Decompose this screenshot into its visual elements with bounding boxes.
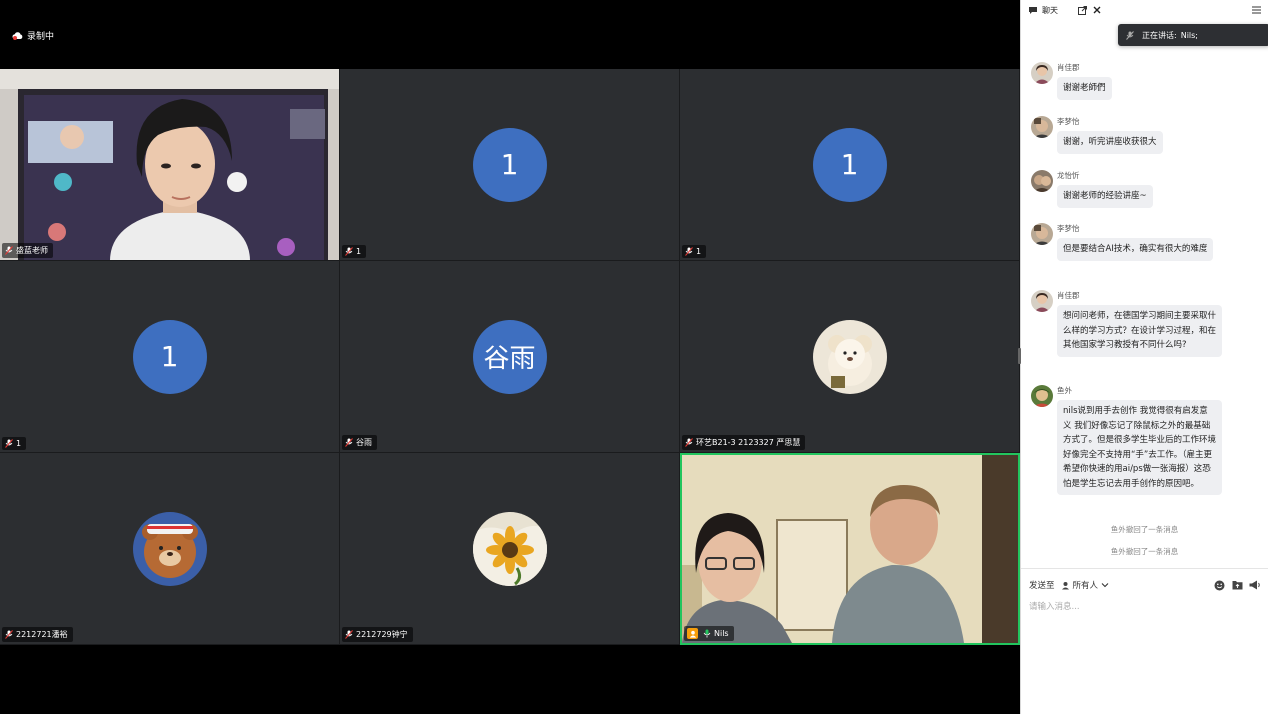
message-bubble: 但是要结合AI技术，确实有很大的难度 — [1057, 238, 1214, 261]
sender-avatar — [1031, 385, 1053, 407]
video-tile-4[interactable]: 1 1 — [0, 261, 340, 453]
announce-icon[interactable] — [1249, 579, 1261, 591]
chat-panel: 聊天 肖佳郡 谢谢老師們 李梦怡 谢谢，听完讲座收获很大 龙怡忻 谢谢老师的经验… — [1018, 0, 1268, 714]
chat-message-list[interactable]: 肖佳郡 谢谢老師們 李梦怡 谢谢，听完讲座收获很大 龙怡忻 谢谢老师的经验讲座~ — [1021, 20, 1268, 568]
video-area: 录制中 盛蓝老师 1 1 1 1 1 1 谷雨 谷雨 环艺B21-3 21233… — [0, 0, 1020, 714]
divider — [1021, 568, 1268, 569]
participant-avatar: 谷雨 — [472, 319, 547, 394]
video-grid: 盛蓝老师 1 1 1 1 1 1 谷雨 谷雨 环艺B21-3 2123327 严… — [0, 69, 1020, 645]
sender-avatar — [1031, 170, 1053, 192]
chat-message: 鱼外 nils说到用手去创作 我觉得很有启发意义 我们好像忘记了除鼠标之外的最基… — [1031, 385, 1222, 495]
chat-message: 李梦怡 但是要结合AI技术，确实有很大的难度 — [1031, 223, 1214, 261]
mic-muted-icon — [5, 439, 13, 448]
recording-label: 录制中 — [27, 32, 55, 42]
recording-indicator[interactable]: 录制中 — [12, 29, 54, 42]
video-tile-8[interactable]: 2212729钟宁 — [340, 453, 680, 645]
speaking-label: 正在讲话: — [1142, 30, 1177, 40]
participant-avatar — [472, 511, 547, 586]
participant-avatar: 1 — [812, 127, 887, 202]
message-bubble: 谢谢老師們 — [1057, 77, 1112, 100]
mic-active-icon — [703, 629, 711, 638]
chat-message: 李梦怡 谢谢，听完讲座收获很大 — [1031, 116, 1163, 154]
participant-name-tag: Nils — [684, 626, 734, 641]
sender-name: 龙怡忻 — [1057, 171, 1080, 180]
participant-avatar — [812, 319, 887, 394]
cloud-record-icon — [12, 31, 23, 40]
participant-avatar: 1 — [472, 127, 547, 202]
participant-video — [0, 69, 339, 260]
participant-name-tag: 环艺B21-3 2123327 严思慧 — [682, 435, 806, 450]
mic-muted-icon — [685, 438, 693, 447]
speaking-indicator: 正在讲话: Nils; — [1118, 24, 1268, 46]
video-tile-6[interactable]: 环艺B21-3 2123327 严思慧 — [680, 261, 1020, 453]
host-icon — [687, 628, 698, 639]
participant-video — [682, 455, 1018, 643]
message-bubble: nils说到用手去创作 我觉得很有启发意义 我们好像忘记了除鼠标之外的最基础方式… — [1057, 400, 1222, 495]
participant-name-tag: 1 — [2, 437, 27, 450]
participant-avatar — [132, 511, 207, 586]
sender-name: 李梦怡 — [1057, 117, 1080, 126]
mic-muted-icon — [5, 246, 13, 255]
sender-avatar — [1031, 62, 1053, 84]
speaking-name: Nils; — [1180, 30, 1198, 40]
chat-message: 肖佳郡 想问问老师，在德国学习期间主要采取什么样的学习方式？在设计学习过程，和在… — [1031, 290, 1222, 357]
message-bubble: 谢谢，听完讲座收获很大 — [1057, 131, 1163, 154]
sender-name: 李梦怡 — [1057, 224, 1080, 233]
popout-icon[interactable] — [1077, 5, 1088, 16]
sender-name: 肖佳郡 — [1057, 291, 1080, 300]
sender-avatar — [1031, 116, 1053, 138]
send-to-label: 发送至 — [1029, 581, 1055, 591]
message-input[interactable] — [1029, 600, 1261, 614]
video-tile-5[interactable]: 谷雨 谷雨 — [340, 261, 680, 453]
mic-muted-icon — [5, 630, 13, 639]
file-upload-icon[interactable] — [1231, 579, 1243, 591]
person-icon — [1061, 581, 1069, 589]
chevron-down-icon — [1101, 583, 1109, 588]
sender-avatar — [1031, 223, 1053, 245]
participant-avatar: 1 — [132, 319, 207, 394]
sender-name: 肖佳郡 — [1057, 63, 1080, 72]
video-tile-7[interactable]: 2212721潘裕 — [0, 453, 340, 645]
participant-name-tag: 谷雨 — [342, 435, 377, 450]
video-tile-9-active-speaker[interactable]: Nils — [680, 453, 1020, 645]
chat-message: 肖佳郡 谢谢老師們 — [1031, 62, 1112, 100]
mic-muted-icon — [345, 247, 353, 256]
chat-header: 聊天 — [1021, 0, 1268, 20]
sender-avatar — [1031, 290, 1053, 312]
participant-name-tag: 2212729钟宁 — [342, 627, 413, 642]
chat-icon — [1027, 5, 1038, 16]
participant-name-tag: 1 — [682, 245, 707, 258]
mic-muted-icon — [345, 438, 353, 447]
sender-name: 鱼外 — [1057, 386, 1072, 395]
video-tile-2[interactable]: 1 1 — [340, 69, 680, 261]
participant-name-tag: 2212721潘裕 — [2, 627, 73, 642]
message-bubble: 想问问老师，在德国学习期间主要采取什么样的学习方式？在设计学习过程，和在其他国家… — [1057, 305, 1222, 357]
video-tile-1[interactable]: 盛蓝老师 — [0, 69, 340, 261]
system-message: 鱼外撤回了一条消息 — [1110, 525, 1179, 534]
participant-name-tag: 1 — [342, 245, 367, 258]
participant-name-tag: 盛蓝老师 — [2, 243, 53, 258]
recipient-select[interactable]: 所有人 — [1061, 579, 1110, 591]
menu-icon[interactable] — [1251, 5, 1262, 16]
message-bubble: 谢谢老师的经验讲座~ — [1057, 185, 1153, 208]
system-message: 鱼外撤回了一条消息 — [1110, 547, 1179, 556]
video-tile-3[interactable]: 1 1 — [680, 69, 1020, 261]
emoji-icon[interactable] — [1213, 579, 1225, 591]
close-icon[interactable] — [1092, 5, 1103, 16]
send-target-row: 发送至 所有人 — [1029, 578, 1261, 592]
chat-title: 聊天 — [1042, 5, 1058, 15]
mic-muted-icon — [345, 630, 353, 639]
chat-message: 龙怡忻 谢谢老师的经验讲座~ — [1031, 170, 1153, 208]
mic-muted-icon — [1126, 30, 1134, 40]
mic-muted-icon — [685, 247, 693, 256]
meeting-app: 录制中 盛蓝老师 1 1 1 1 1 1 谷雨 谷雨 环艺B21-3 21233… — [0, 0, 1268, 714]
video-bottom-bar — [0, 645, 1020, 714]
